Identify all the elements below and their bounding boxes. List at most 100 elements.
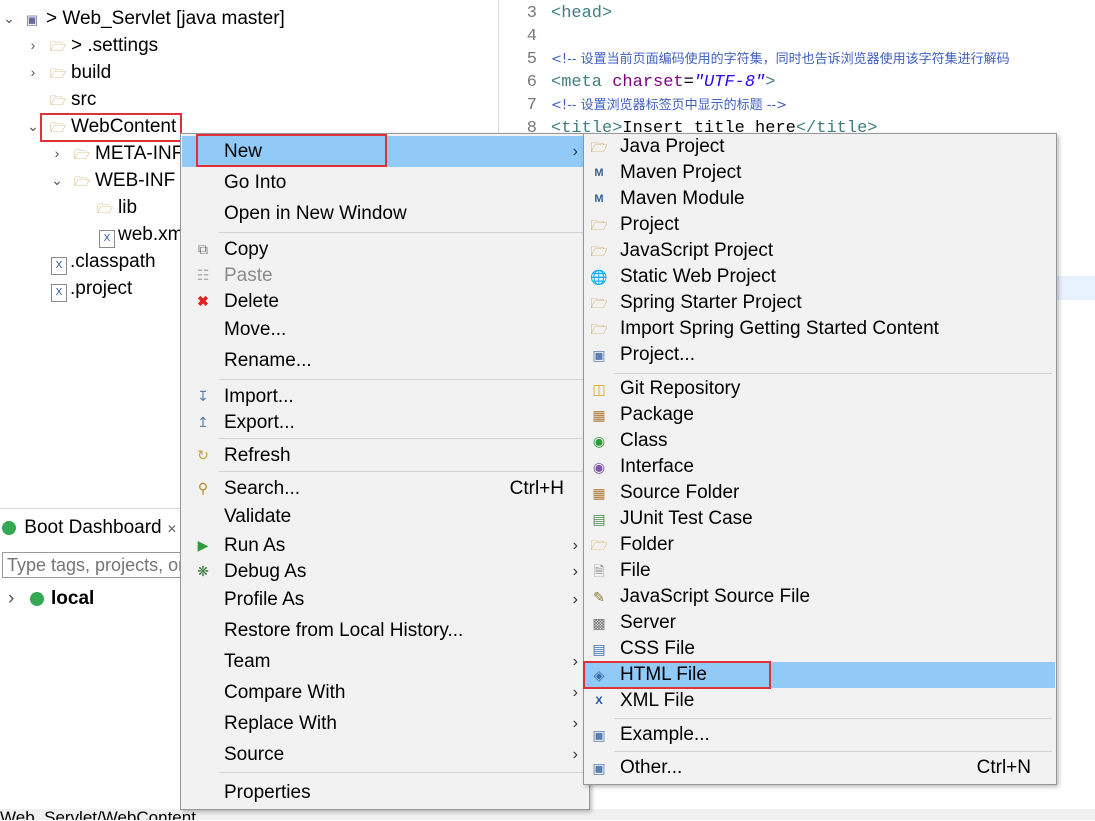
submenu-item-file[interactable]: 🗎 File (585, 558, 1055, 584)
menu-item-open-in-new-window[interactable]: Open in New Window (182, 198, 588, 229)
submenu-item-java-project[interactable]: 🗁 Java Project (585, 134, 1055, 160)
submenu-item-static-web-project[interactable]: 🌐 Static Web Project (585, 264, 1055, 290)
file-icon: 🗎 (593, 563, 605, 579)
chevron-down-icon[interactable]: ⌄ (2, 5, 16, 32)
submenu-item-import-spring-content[interactable]: 🗁 Import Spring Getting Started Content (585, 316, 1055, 342)
xml-file-icon: X (99, 229, 115, 248)
code-equals: = (683, 73, 694, 92)
submenu-item-javascript-project[interactable]: 🗁 JavaScript Project (585, 238, 1055, 264)
menu-item-new[interactable]: New › (182, 136, 588, 167)
submenu-item-class[interactable]: ◉ Class (585, 428, 1055, 454)
chevron-down-icon[interactable]: ⌄ (50, 167, 64, 194)
menu-item-label: Export... (224, 412, 295, 433)
chevron-right-icon: › (572, 715, 578, 732)
menu-item-replace-with[interactable]: Replace With › (182, 708, 588, 739)
menu-item-label: Spring Starter Project (620, 292, 802, 313)
tree-item-label: build (71, 62, 112, 83)
submenu-item-css-file[interactable]: ▤ CSS File (585, 636, 1055, 662)
submenu-item-junit-test-case[interactable]: ▤ JUnit Test Case (585, 506, 1055, 532)
tree-item-label: lib (118, 197, 138, 218)
submenu-item-project-wizard[interactable]: ▣ Project... (585, 342, 1055, 368)
submenu-item-html-file[interactable]: ◈ HTML File (585, 662, 1055, 688)
menu-item-label: Properties (224, 782, 311, 803)
submenu-item-xml-file[interactable]: X XML File (585, 688, 1055, 714)
submenu-item-maven-module[interactable]: M Maven Module (585, 186, 1055, 212)
submenu-item-interface[interactable]: ◉ Interface (585, 454, 1055, 480)
menu-item-label: Search... (224, 478, 301, 499)
server-icon: ▩ (592, 615, 606, 631)
status-bar: Web_Servlet/WebContent (0, 809, 1095, 820)
submenu-item-example[interactable]: ▣ Example... (585, 722, 1055, 748)
status-bar-path: Web_Servlet/WebContent (0, 809, 196, 820)
menu-item-label: HTML File (620, 664, 707, 685)
menu-separator (219, 471, 585, 472)
chevron-right-icon[interactable]: › (26, 59, 40, 86)
menu-item-team[interactable]: Team › (182, 646, 588, 677)
submenu-item-javascript-source-file[interactable]: ✎ JavaScript Source File (585, 584, 1055, 610)
close-icon[interactable]: ✕ (167, 522, 177, 536)
tree-item-label: .classpath (70, 251, 156, 272)
menu-item-search[interactable]: ⚲ Search... Ctrl+H (182, 473, 588, 504)
boot-dashboard-filter-input[interactable] (2, 552, 192, 578)
menu-item-label: Static Web Project (620, 266, 776, 287)
javascript-project-icon: 🗁 (590, 243, 608, 259)
chevron-right-icon[interactable]: › (26, 32, 40, 59)
menu-item-rename[interactable]: Rename... (182, 345, 588, 376)
folder-icon: 🗁 (50, 120, 67, 135)
menu-item-label: Server (620, 612, 676, 633)
boot-dashboard-tab[interactable]: Boot Dashboard ✕ (0, 515, 177, 541)
menu-item-restore-from-local-history[interactable]: Restore from Local History... (182, 615, 588, 646)
menu-item-label: JavaScript Project (620, 240, 774, 261)
interface-icon: ◉ (592, 459, 606, 475)
menu-item-label: Restore from Local History... (224, 620, 464, 641)
chevron-right-icon[interactable]: › (8, 586, 14, 612)
menu-item-export[interactable]: ↥ Export... (182, 407, 588, 438)
menu-item-move[interactable]: Move... (182, 314, 588, 345)
menu-item-refresh[interactable]: ↻ Refresh (182, 440, 588, 471)
css-file-icon: ▤ (592, 641, 606, 657)
menu-item-label: Open in New Window (224, 203, 407, 224)
submenu-item-spring-starter-project[interactable]: 🗁 Spring Starter Project (585, 290, 1055, 316)
context-menu: New › Go Into Open in New Window ⧉ Copy ☷ P… (180, 133, 590, 810)
menu-item-profile-as[interactable]: Profile As › (182, 584, 588, 615)
menu-item-validate[interactable]: Validate (182, 501, 588, 532)
submenu-item-server[interactable]: ▩ Server (585, 610, 1055, 636)
submenu-item-maven-project[interactable]: M Maven Project (585, 160, 1055, 186)
search-icon: ⚲ (197, 480, 209, 496)
submenu-item-git-repository[interactable]: ◫ Git Repository (585, 376, 1055, 402)
code-line: 4 (499, 25, 551, 48)
spring-import-icon: 🗁 (590, 321, 608, 337)
menu-item-label: Folder (620, 534, 674, 555)
junit-icon: ▤ (592, 511, 606, 527)
chevron-right-icon[interactable]: › (50, 140, 64, 167)
tree-item-label: > .settings (71, 35, 159, 56)
menu-item-label: Move... (224, 319, 287, 340)
menu-item-debug-as[interactable]: ❋ Debug As › (182, 556, 588, 587)
spring-boot-icon (2, 520, 16, 535)
menu-item-properties[interactable]: Properties (182, 777, 588, 808)
submenu-item-package[interactable]: ▦ Package (585, 402, 1055, 428)
javascript-file-icon: ✎ (593, 589, 605, 605)
submenu-item-project[interactable]: 🗁 Project (585, 212, 1055, 238)
submenu-item-source-folder[interactable]: ▦ Source Folder (585, 480, 1055, 506)
spring-boot-icon (30, 592, 44, 606)
chevron-down-icon[interactable]: ⌄ (26, 113, 40, 140)
html-file-icon: ◈ (593, 667, 605, 683)
menu-item-label: CSS File (620, 638, 695, 659)
tree-item-label: web.xml (118, 224, 188, 245)
code-attribute-value: "UTF-8" (693, 73, 766, 92)
menu-item-label: XML File (620, 690, 695, 711)
menu-separator (219, 379, 585, 380)
folder-icon: 🗁 (74, 147, 91, 162)
local-target-label: local (51, 588, 95, 609)
menu-item-delete[interactable]: ✖ Delete (182, 286, 588, 317)
menu-item-source[interactable]: Source › (182, 739, 588, 770)
menu-item-compare-with[interactable]: Compare With › (182, 677, 588, 708)
code-line: 5 <!-- 设置当前页面编码使用的字符集，同时也告诉浏览器使用该字符集进行解码 (499, 48, 1010, 71)
code-line: 3 <head> (499, 2, 612, 25)
menu-item-label: Rename... (224, 350, 312, 371)
menu-item-label: Import Spring Getting Started Content (620, 318, 939, 339)
submenu-item-other[interactable]: ▣ Other... Ctrl+N (585, 755, 1055, 781)
submenu-item-folder[interactable]: 🗁 Folder (585, 532, 1055, 558)
menu-item-go-into[interactable]: Go Into (182, 167, 588, 198)
